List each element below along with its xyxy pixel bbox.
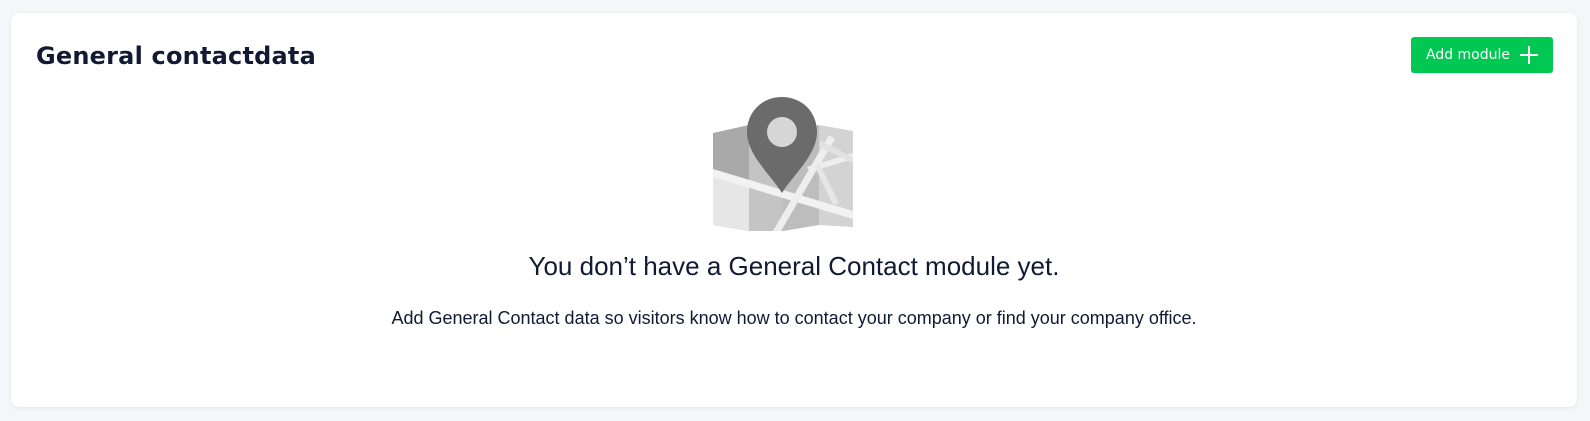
general-contactdata-card: General contactdata Add module You don’t… [11, 13, 1577, 407]
add-module-button[interactable]: Add module [1411, 37, 1553, 73]
empty-state-title: You don’t have a General Contact module … [528, 251, 1060, 281]
empty-state-description: Add General Contact data so visitors kno… [391, 308, 1197, 328]
add-module-label: Add module [1425, 47, 1511, 63]
plus-icon [1520, 46, 1539, 64]
card-title: General contactdata [36, 42, 316, 70]
map-pin-icon [713, 97, 853, 231]
